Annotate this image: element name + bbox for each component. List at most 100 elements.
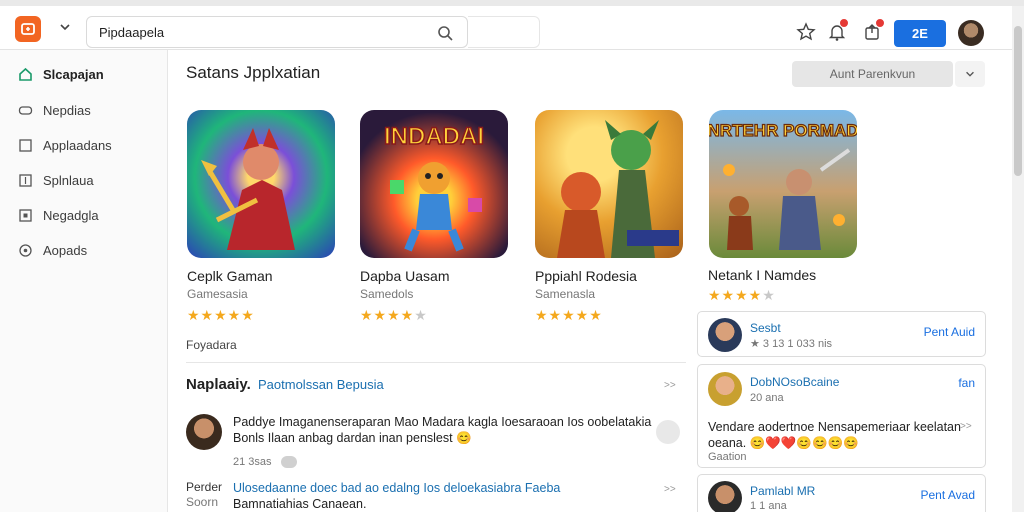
sidebar-item-library[interactable]: Negadgla	[0, 198, 168, 232]
app-artwork[interactable]: NRTEHR PORMAD	[709, 110, 857, 258]
warrior-art-icon	[201, 128, 295, 250]
search-input[interactable]: Pipdaapela	[86, 16, 468, 48]
orc-art-icon	[557, 120, 679, 258]
rating-stars: ★★★★★	[535, 307, 603, 323]
rating-stars: ★★★★★	[187, 307, 255, 323]
sidebar: Slcapajan Nepdias Applaadans Splnlaua Ne…	[0, 50, 168, 512]
battle-art-icon: NRTEHR PORMAD	[709, 120, 857, 250]
comment-time: 21 3sas	[233, 456, 272, 468]
more-label[interactable]: Foyadara	[186, 338, 237, 352]
rating-stars: ★★★★★	[360, 307, 428, 323]
comment-text: Ulosedaanne doec bad ao edalng Ios deloe…	[233, 480, 673, 512]
messages-badge	[875, 18, 885, 28]
app-name[interactable]: Netank I Namdes	[708, 267, 816, 283]
chevron-down-icon[interactable]	[58, 20, 72, 34]
review-meta: ★ 3 13 1 033 nis	[750, 338, 833, 350]
app-category: Gamesasia	[187, 287, 248, 301]
app-logo-icon[interactable]	[15, 16, 41, 42]
comment-text-b: Bamnatiahias Canaean.	[233, 497, 367, 511]
review-meta: 20 ana	[750, 392, 784, 404]
avatar[interactable]	[186, 414, 222, 450]
notification-badge	[839, 18, 849, 28]
review-card: Sesbt ★ 3 13 1 033 nis Pent Auid	[697, 311, 986, 357]
user-avatar[interactable]	[958, 20, 984, 46]
box-icon	[19, 208, 32, 222]
avatar[interactable]	[708, 318, 742, 352]
app-artwork[interactable]: INDADAI	[360, 110, 508, 258]
app-card[interactable]: NRTEHR PORMAD	[709, 110, 859, 258]
sidebar-item-label: Slcapajan	[43, 66, 104, 82]
app-name[interactable]: Ceplk Gaman	[187, 268, 273, 284]
divider	[186, 362, 686, 363]
sidebar-item-label: Splnlaua	[43, 172, 94, 188]
art-title: INDADAI	[384, 123, 484, 150]
sidebar-item-games[interactable]: Nepdias	[0, 93, 168, 127]
more-chevron-icon[interactable]: >>	[664, 380, 676, 391]
reviewer-name[interactable]: Pamlabl MR	[750, 484, 815, 498]
app-card[interactable]: Ceplk Gaman Gamesasia ★★★★★	[187, 110, 337, 323]
comment-author-line: Soorn	[186, 495, 219, 509]
subsection-title: Naplaaiy.	[186, 376, 251, 393]
comment-link[interactable]: deloekasiabra Faeba	[444, 481, 561, 495]
more-chevron-icon[interactable]: >>	[960, 421, 972, 432]
settings-icon	[19, 243, 32, 257]
search-extension	[468, 16, 540, 48]
section-title: Satans Jpplxatian	[186, 63, 321, 82]
reviewer-name[interactable]: DobNOsoBcaine	[750, 375, 839, 389]
reviewer-name[interactable]: Sesbt	[750, 321, 781, 335]
comment-author-line: Perder	[186, 480, 223, 494]
sidebar-item-label: Negadgla	[43, 207, 99, 223]
sidebar-item-featured[interactable]: Splnlaua	[0, 163, 168, 197]
review-card: Pamlabl MR 1 1 ana Pent Avad	[697, 474, 986, 512]
character-art-icon: INDADAI	[383, 122, 485, 252]
app-artwork[interactable]	[187, 110, 335, 258]
comment-item: Paddye Imaganenseraparan Mao Madara kagl…	[186, 414, 686, 474]
search-icon[interactable]	[437, 25, 453, 41]
scrollbar-thumb[interactable]	[1014, 26, 1022, 176]
scrollbar[interactable]	[1012, 6, 1024, 512]
review-footer: Gaation	[708, 451, 747, 463]
card-action-link[interactable]: fan	[958, 376, 975, 390]
reaction-icon[interactable]	[280, 456, 297, 469]
comment-text-a: Ulosedaanne doec bad ao edalng Ios	[233, 481, 441, 495]
controller-icon	[18, 105, 33, 115]
review-meta: 1 1 ana	[750, 500, 787, 512]
subsection-link[interactable]: Paotmolssan Bepusia	[258, 377, 384, 392]
review-card: DobNOsoBcaine 20 ana fan Vendare aodertn…	[697, 364, 986, 468]
comment-item: Perder Soorn Ulosedaanne doec bad ao eda…	[186, 480, 686, 512]
sidebar-item-label: Aopads	[43, 242, 88, 258]
sidebar-item-settings[interactable]: Aopads	[0, 233, 168, 267]
comment-author: Perder Soorn	[186, 480, 222, 510]
sort-dropdown[interactable]	[955, 61, 985, 87]
app-card[interactable]: Pppiahl Rodesia Samenasla ★★★★★	[535, 110, 685, 323]
sidebar-item-home[interactable]: Slcapajan	[0, 57, 168, 91]
app-category: Samenasla	[535, 287, 596, 301]
app-name[interactable]: Dapba Uasam	[360, 268, 450, 284]
rating-stars: ★★★★★	[708, 287, 776, 303]
sidebar-item-apps[interactable]: Applaadans	[0, 128, 168, 162]
card-action-link[interactable]: Pent Auid	[924, 325, 975, 339]
app-category: Samedols	[360, 287, 414, 301]
apps-icon	[19, 138, 32, 152]
app-artwork[interactable]	[535, 110, 683, 258]
avatar[interactable]	[708, 481, 742, 512]
home-icon	[19, 67, 32, 81]
chevron-down-icon	[966, 71, 974, 77]
comment-text: Paddye Imaganenseraparan Mao Madara kagl…	[233, 415, 652, 445]
review-text: Vendare aodertnoe Nensapemeriaar keelata…	[708, 420, 961, 450]
like-button[interactable]	[656, 420, 680, 444]
card-action-link[interactable]: Pent Avad	[921, 488, 976, 502]
sparkle-icon	[19, 173, 32, 187]
top-bar: Pipdaapela 2E	[0, 0, 1024, 50]
sort-button[interactable]: Aunt Parenkvun	[792, 61, 953, 87]
star-icon[interactable]	[796, 22, 816, 42]
app-name[interactable]: Pppiahl Rodesia	[535, 268, 637, 284]
app-card[interactable]: INDADAI Dapba Uasam Samedols ★★★★★	[360, 110, 510, 323]
more-chevron-icon[interactable]: >>	[664, 484, 676, 495]
search-value: Pipdaapela	[99, 25, 165, 40]
comment-meta: 21 3sas	[233, 456, 297, 469]
primary-action-button[interactable]: 2E	[894, 20, 946, 47]
avatar[interactable]	[708, 372, 742, 406]
art-title: NRTEHR PORMAD	[709, 121, 857, 140]
sidebar-item-label: Applaadans	[43, 137, 112, 153]
